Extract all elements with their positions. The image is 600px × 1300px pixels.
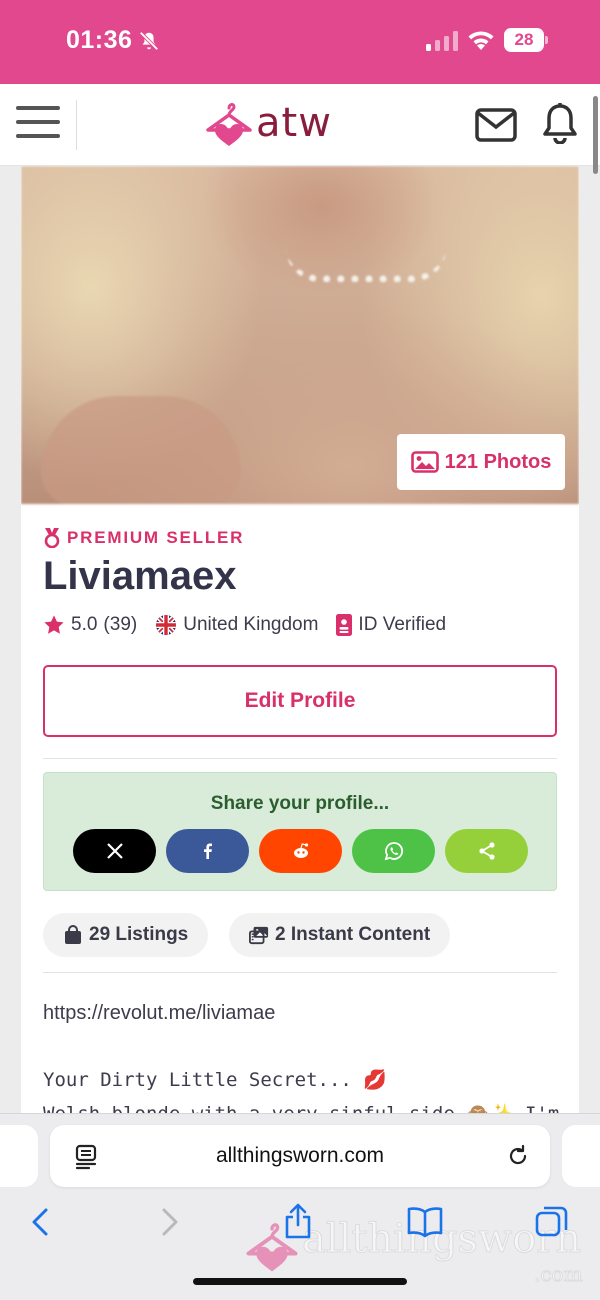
share-icon — [478, 842, 495, 860]
instant-content-count: 2 Instant Content — [275, 924, 431, 945]
seller-name: Liviamaex — [43, 554, 237, 598]
listings-pill[interactable]: 29 Listings — [43, 913, 209, 957]
share-profile-panel: Share your profile... — [43, 772, 557, 891]
tabs-icon[interactable] — [534, 1204, 570, 1240]
whatsapp-icon — [384, 842, 403, 861]
logo-text: atw — [256, 100, 332, 146]
instant-content-pill[interactable]: 2 Instant Content — [229, 913, 451, 957]
battery-icon: 28 — [504, 28, 548, 52]
hanger-heart-logo-icon — [206, 103, 252, 146]
edit-profile-button[interactable]: Edit Profile — [43, 665, 557, 737]
share-reddit-button[interactable] — [259, 829, 342, 873]
bio-link[interactable]: https://revolut.me/liviamae — [43, 1002, 275, 1025]
back-arrow-icon[interactable] — [28, 1206, 52, 1238]
photo-detail — [286, 248, 446, 282]
bookmarks-icon[interactable] — [406, 1206, 444, 1238]
photo-detail — [41, 396, 241, 504]
wifi-icon — [468, 31, 494, 50]
address-bar[interactable]: allthingsworn.com — [50, 1125, 550, 1187]
x-logo-icon — [106, 843, 123, 859]
country-name: United Kingdom — [183, 614, 319, 635]
photos-count-button[interactable]: 121 Photos — [397, 434, 565, 490]
id-verified: ID Verified — [336, 614, 446, 636]
status-time: 01:36 — [66, 26, 133, 54]
header-divider — [76, 100, 77, 150]
url-text: allthingsworn.com — [215, 1144, 385, 1167]
star-icon — [44, 615, 64, 634]
divider — [43, 758, 557, 759]
app-header: atw — [0, 84, 600, 166]
home-indicator[interactable] — [193, 1278, 407, 1285]
scroll-indicator[interactable] — [593, 96, 598, 174]
share-whatsapp-button[interactable] — [352, 829, 435, 873]
watermark-subtext: .com — [534, 1262, 584, 1287]
uk-flag-icon — [156, 615, 177, 635]
hamburger-menu-icon[interactable] — [16, 106, 60, 144]
reddit-icon — [293, 843, 308, 858]
profile-card: 121 Photos PREMIUM SELLER Liviamaex 5.0 … — [21, 166, 579, 1116]
shopping-bag-icon — [65, 925, 81, 944]
listings-count: 29 Listings — [89, 924, 189, 945]
review-count: (39) — [103, 614, 138, 635]
battery-level: 28 — [504, 28, 544, 52]
browser-toolbar: allthingsworn.com allthingsworn .com — [0, 1113, 600, 1300]
notifications-bell-icon[interactable] — [541, 102, 579, 144]
site-logo[interactable]: atw — [204, 98, 364, 154]
rating[interactable]: 5.0 (39) — [43, 614, 137, 636]
share-x-button[interactable] — [73, 829, 156, 873]
divider — [43, 972, 557, 973]
facebook-icon — [203, 843, 212, 859]
next-tab-peek[interactable] — [562, 1125, 600, 1187]
mail-icon[interactable] — [475, 108, 517, 142]
share-icon[interactable] — [282, 1202, 314, 1240]
forward-arrow-icon[interactable] — [158, 1206, 182, 1238]
photo-video-icon — [249, 926, 269, 945]
profile-meta: 5.0 (39) United Kingdom ID Verified — [43, 614, 464, 636]
share-more-button[interactable] — [445, 829, 528, 873]
previous-tab-peek[interactable] — [0, 1125, 38, 1187]
share-title: Share your profile... — [210, 793, 390, 814]
id-badge-icon — [336, 614, 353, 636]
premium-seller-badge: PREMIUM SELLER — [43, 528, 244, 548]
rating-value: 5.0 — [71, 614, 98, 635]
share-facebook-button[interactable] — [166, 829, 249, 873]
reload-icon[interactable] — [506, 1144, 530, 1168]
medal-icon — [44, 528, 60, 548]
signal-icon — [426, 31, 458, 51]
country: United Kingdom — [155, 614, 318, 636]
id-verified-label: ID Verified — [358, 614, 447, 635]
image-icon — [410, 451, 439, 473]
bell-off-icon — [139, 31, 159, 51]
status-bar: 01:36 28 — [0, 0, 600, 84]
photos-count-label: 121 Photos — [444, 450, 552, 473]
premium-seller-label: PREMIUM SELLER — [67, 528, 245, 547]
bio-text-line: Your Dirty Little Secret... 💋 — [43, 1069, 387, 1091]
